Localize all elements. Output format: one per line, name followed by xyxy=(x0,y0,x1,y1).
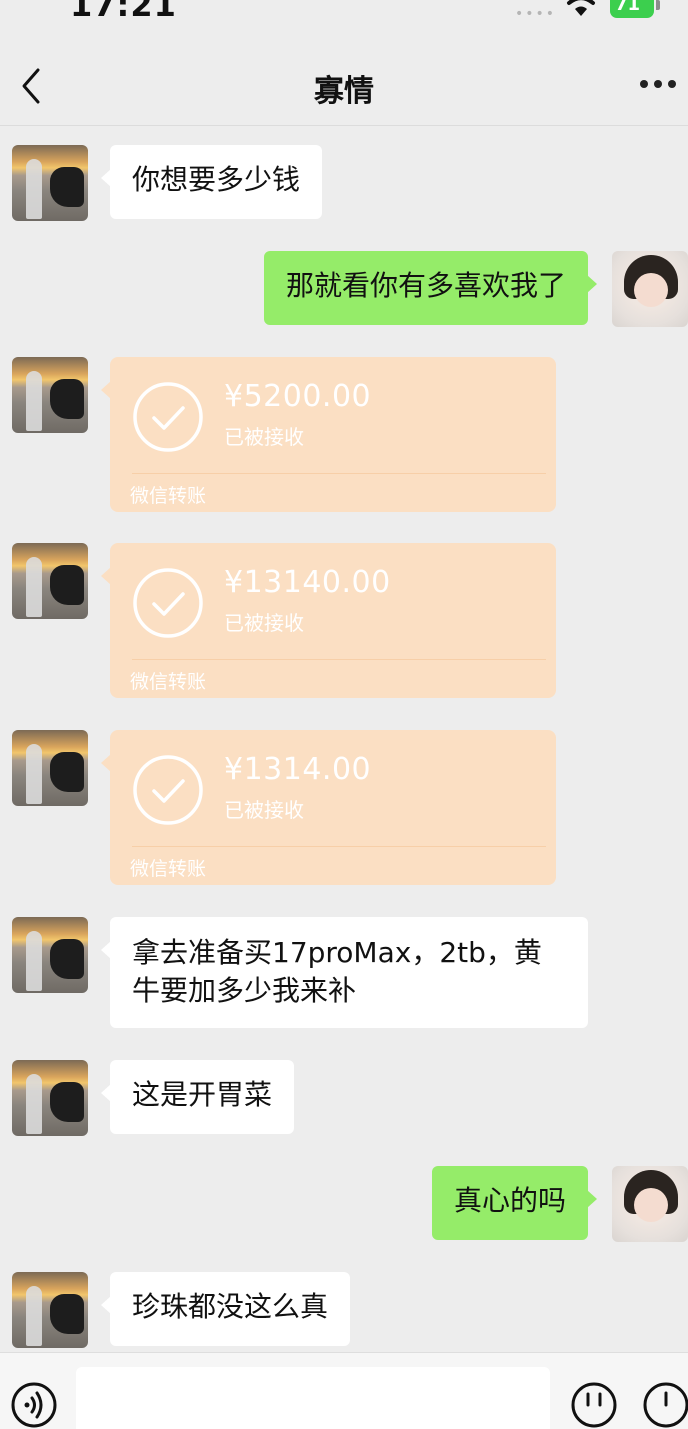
more-icon[interactable] xyxy=(638,80,678,92)
contact-avatar[interactable] xyxy=(12,730,88,806)
check-icon xyxy=(133,755,203,825)
transfer-amount: ¥1314.00 xyxy=(224,752,372,787)
status-time: 17:21 xyxy=(70,0,177,24)
emoji-icon[interactable] xyxy=(570,1381,618,1429)
contact-avatar[interactable] xyxy=(12,145,88,221)
contact-avatar[interactable] xyxy=(12,1272,88,1348)
contact-avatar[interactable] xyxy=(12,543,88,619)
transfer-status: 已被接收 xyxy=(224,611,304,635)
transfer-card[interactable]: ¥5200.00 已被接收 微信转账 xyxy=(101,357,556,512)
wifi-icon xyxy=(567,0,595,16)
message-bubble-incoming[interactable]: 珍珠都没这么真 xyxy=(100,1272,351,1346)
message-line: 拿去准备买17proMax，2tb，黄 xyxy=(132,936,542,969)
transfer-label: 微信转账 xyxy=(130,485,207,507)
message-bubble-incoming[interactable]: 这是开胃菜 xyxy=(100,1060,295,1134)
transfer-label: 微信转账 xyxy=(130,858,207,880)
voice-icon[interactable] xyxy=(10,1381,58,1429)
transfer-status: 已被接收 xyxy=(224,425,304,449)
my-avatar[interactable] xyxy=(612,1166,688,1242)
message-bubble-outgoing[interactable]: 那就看你有多喜欢我了 xyxy=(263,251,598,325)
contact-avatar[interactable] xyxy=(12,917,88,993)
transfer-card[interactable]: ¥13140.00 已被接收 微信转账 xyxy=(101,543,556,698)
transfer-divider xyxy=(132,659,546,660)
status-bar: 17:21 •••• 71 xyxy=(0,0,688,30)
message-bubble-incoming[interactable]: 你想要多少钱 xyxy=(100,145,323,219)
transfer-status: 已被接收 xyxy=(224,798,304,822)
message-bubble-incoming[interactable]: 拿去准备买17proMax，2tb，黄 牛要加多少我来补 xyxy=(101,917,588,1028)
battery-tip xyxy=(656,0,660,10)
plus-icon[interactable] xyxy=(642,1381,688,1429)
nav-bar: 寡情 xyxy=(0,44,688,126)
check-icon xyxy=(133,382,203,452)
my-avatar[interactable] xyxy=(612,251,688,327)
contact-avatar[interactable] xyxy=(12,357,88,433)
chat-title: 寡情 xyxy=(314,74,374,109)
contact-avatar[interactable] xyxy=(12,1060,88,1136)
message-input[interactable] xyxy=(76,1367,550,1429)
transfer-amount: ¥5200.00 xyxy=(224,379,372,414)
message-line: 牛要加多少我来补 xyxy=(132,974,357,1007)
signal-icon: •••• xyxy=(515,6,557,22)
check-icon xyxy=(133,568,203,638)
transfer-card[interactable]: ¥1314.00 已被接收 微信转账 xyxy=(101,730,556,885)
message-bubble-outgoing[interactable]: 真心的吗 xyxy=(431,1166,598,1240)
transfer-label: 微信转账 xyxy=(130,671,207,693)
transfer-divider xyxy=(132,473,546,474)
transfer-amount: ¥13140.00 xyxy=(224,565,391,600)
transfer-divider xyxy=(132,846,546,847)
battery-level: 71 xyxy=(615,0,641,15)
input-bar xyxy=(0,1352,688,1429)
battery-indicator: 71 xyxy=(610,0,654,18)
